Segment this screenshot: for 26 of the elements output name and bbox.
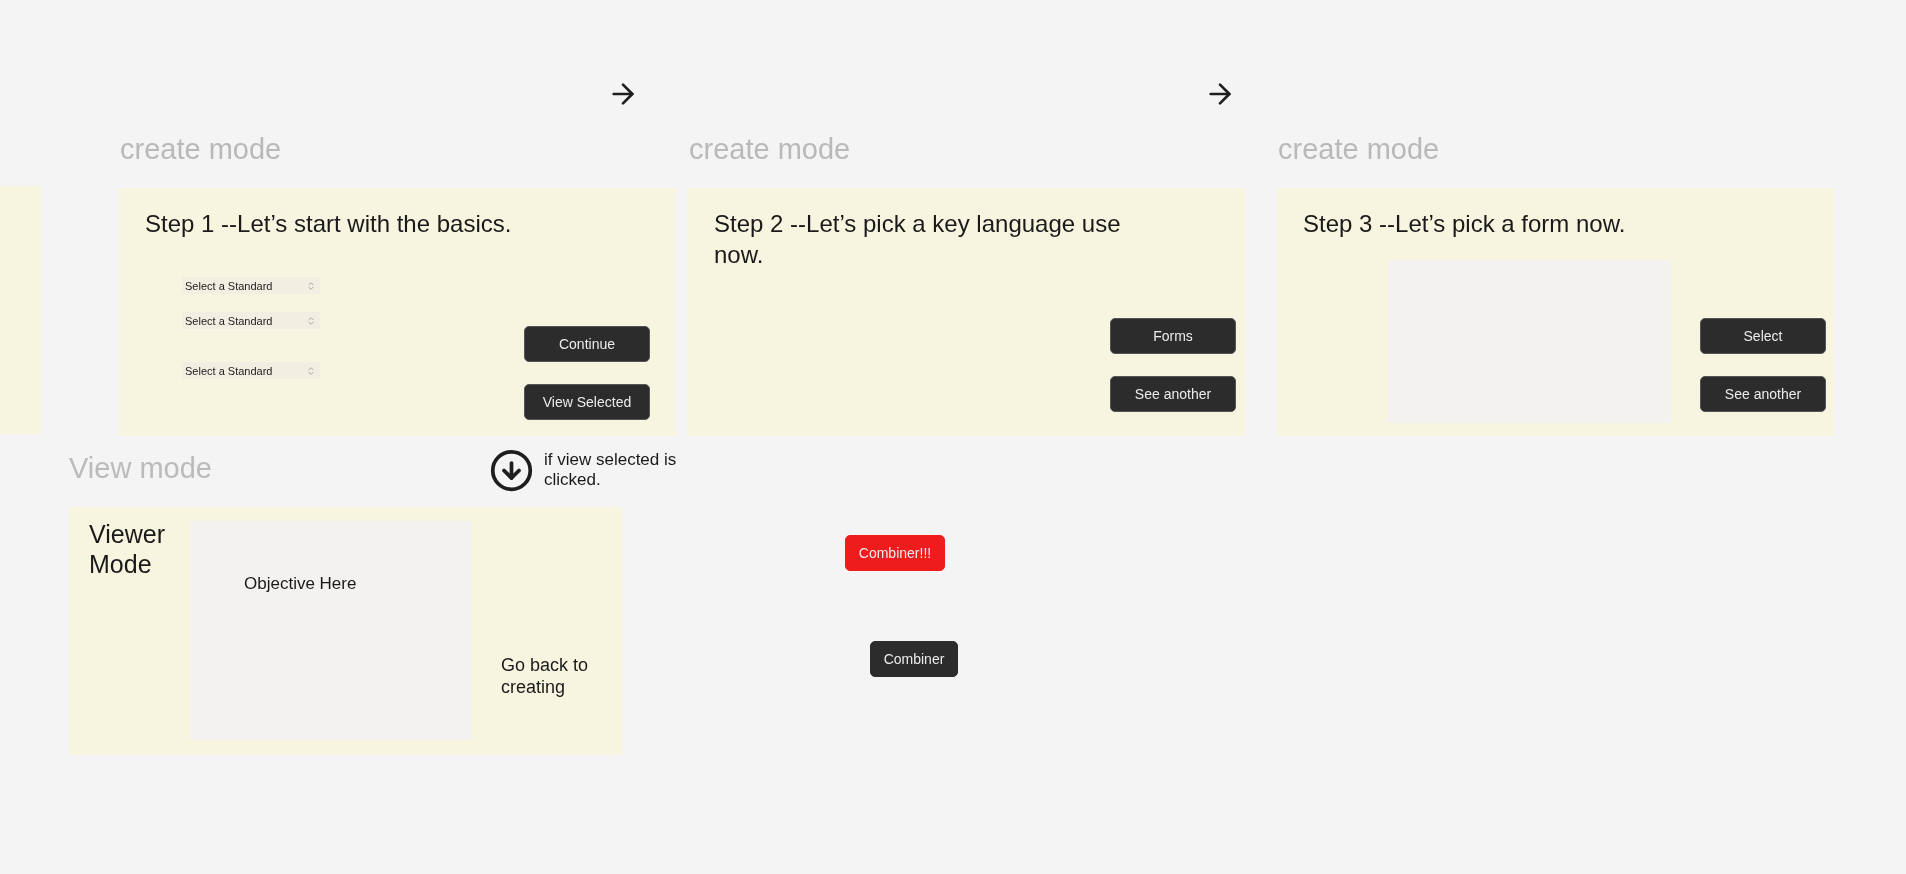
select-field[interactable]: Select a Standard <box>182 362 320 379</box>
frame-label: View mode <box>69 452 212 485</box>
action-button[interactable]: Select <box>1700 318 1826 354</box>
chevron-icon <box>306 365 316 376</box>
chevron-icon <box>306 280 316 291</box>
action-button[interactable]: Continue <box>524 326 650 362</box>
viewer-title: Viewer Mode <box>89 519 166 579</box>
step-title: Step 3 --Let’s pick a form now. <box>1303 209 1627 239</box>
annotation-note: if view selected is clicked. <box>544 450 678 491</box>
action-button[interactable]: View Selected <box>524 384 650 420</box>
frame-label: create mode <box>120 133 282 166</box>
frame-label: create mode <box>1278 133 1440 166</box>
action-button[interactable]: See another <box>1700 376 1826 412</box>
frame-label: create mode <box>689 133 851 166</box>
objective-text: Objective Here <box>244 574 357 595</box>
step-title: Step 2 --Let’s pick a key language use now. <box>714 209 1122 270</box>
select-field[interactable]: Select a Standard <box>182 312 320 329</box>
arrow-down-circle-icon <box>489 448 534 493</box>
combiner-button[interactable]: Combiner <box>870 641 958 677</box>
step-title: Step 1 --Let’s start with the basics. <box>145 209 513 239</box>
select-field[interactable]: Select a Standard <box>182 277 320 294</box>
chevron-icon <box>306 315 316 326</box>
action-button[interactable]: See another <box>1110 376 1236 412</box>
combiner-button[interactable]: Combiner!!! <box>845 535 945 571</box>
back-text: Go back to creating <box>501 655 590 699</box>
action-button[interactable]: Forms <box>1110 318 1236 354</box>
